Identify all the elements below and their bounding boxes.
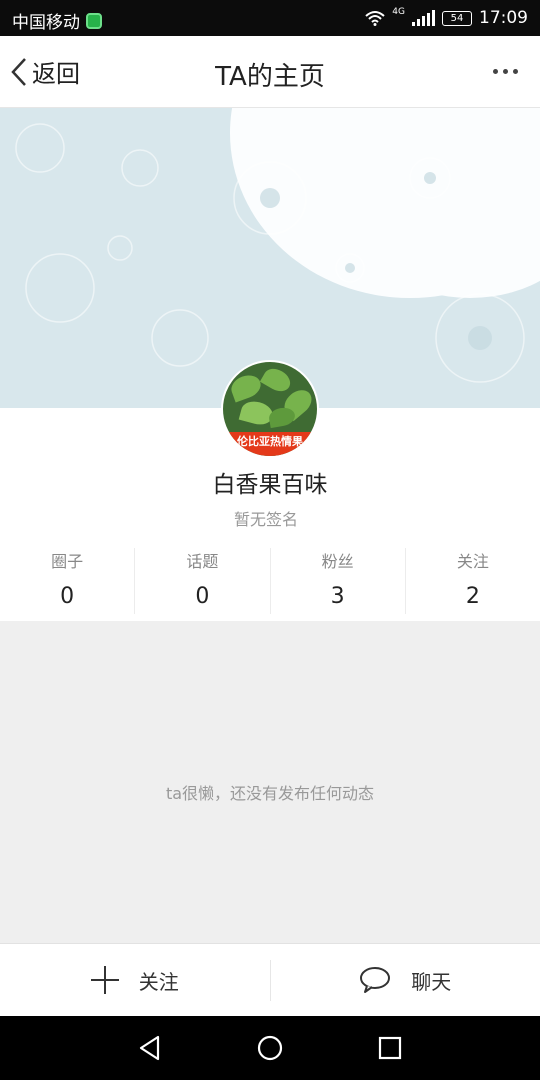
stat-circles[interactable]: 圈子 0	[0, 548, 136, 614]
recents-square-icon[interactable]	[376, 1034, 404, 1062]
home-circle-icon[interactable]	[256, 1034, 284, 1062]
chat-bubble-icon	[360, 967, 391, 993]
stats-row: 圈子 0 话题 0 粉丝 3 关注 2	[0, 548, 540, 614]
battery-icon: 54	[442, 10, 472, 26]
stat-value: 0	[195, 584, 210, 609]
stat-value: 3	[330, 584, 345, 609]
carrier-name: 中国移动	[12, 13, 80, 33]
wifi-icon	[365, 11, 385, 26]
status-icons: 4G 54 17:09	[365, 7, 528, 28]
back-triangle-icon[interactable]	[136, 1034, 164, 1062]
system-nav-bar	[0, 1016, 540, 1080]
empty-feed-message: ta很懒，还没有发布任何动态	[165, 784, 375, 803]
plus-icon	[90, 966, 119, 994]
stat-value: 0	[60, 584, 75, 609]
avatar[interactable]: 伦比亚热情果	[221, 360, 319, 458]
nav-bar: 返回 TA的主页	[0, 36, 540, 108]
status-bar: 中国移动 4G 54 17:09	[0, 0, 540, 36]
stat-following[interactable]: 关注 2	[406, 548, 540, 614]
signature: 暂无签名	[234, 510, 299, 529]
follow-label: 关注	[138, 969, 179, 994]
more-options-icon[interactable]	[493, 69, 518, 74]
clock: 17:09	[479, 8, 528, 28]
stat-fans[interactable]: 粉丝 3	[271, 548, 406, 614]
signal-icon	[412, 10, 435, 26]
stat-label: 关注	[456, 552, 489, 571]
battery-level: 54	[450, 12, 464, 24]
action-bar: 关注 聊天	[0, 943, 540, 1016]
stat-label: 粉丝	[321, 552, 354, 571]
follow-button[interactable]: 关注	[0, 944, 270, 1016]
chat-label: 聊天	[411, 969, 452, 994]
stat-label: 圈子	[51, 552, 84, 571]
carrier-info: 中国移动	[12, 8, 102, 33]
username: 白香果百味	[212, 472, 328, 498]
stat-topics[interactable]: 话题 0	[135, 548, 271, 614]
avatar-banner: 伦比亚热情果	[223, 432, 317, 456]
stat-label: 话题	[186, 552, 219, 571]
stat-value: 2	[465, 584, 480, 609]
chat-button[interactable]: 聊天	[269, 959, 540, 1001]
carrier-badge-icon	[86, 12, 102, 29]
page-title: TA的主页	[215, 62, 325, 92]
network-type: 4G	[392, 7, 405, 17]
